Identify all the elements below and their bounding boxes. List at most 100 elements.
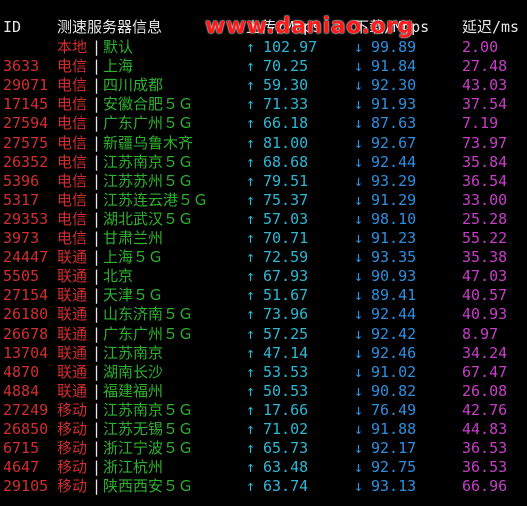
download-speed: 93.29	[371, 171, 417, 190]
upload-arrow-icon: ↑	[246, 343, 256, 362]
ping-latency: 42.76	[462, 400, 508, 419]
upload-arrow-icon: ↑	[246, 76, 256, 95]
isp-name: 电信	[57, 76, 88, 95]
upload-arrow-icon: ↑	[246, 324, 256, 343]
server-city: 天津５Ｇ	[103, 286, 164, 305]
ping-latency: 36.54	[462, 171, 508, 190]
isp-name: 联通	[57, 248, 88, 267]
column-separator: |	[92, 362, 102, 381]
download-arrow-icon: ↓	[354, 171, 364, 190]
upload-arrow-icon: ↑	[246, 248, 256, 267]
ping-latency: 8.97	[462, 324, 499, 343]
upload-speed: 51.67	[263, 286, 309, 305]
upload-speed: 67.93	[263, 267, 309, 286]
upload-arrow-icon: ↑	[246, 305, 256, 324]
server-city: 安徽合肥５Ｇ	[103, 95, 194, 114]
server-id: 3633	[3, 57, 40, 76]
table-row: 27249 移动 | 江苏南京５Ｇ ↑ 17.66 ↓ 76.49 42.76	[0, 401, 527, 420]
header-server: 测速服务器信息	[57, 18, 163, 36]
ping-latency: 27.48	[462, 57, 508, 76]
upload-speed: 63.74	[263, 477, 309, 496]
server-city: 湖北武汉５Ｇ	[103, 209, 194, 228]
download-arrow-icon: ↓	[354, 267, 364, 286]
table-row: 27594 电信 | 广东广州５Ｇ ↑ 66.18 ↓ 87.63 7.19	[0, 114, 527, 133]
download-arrow-icon: ↓	[354, 458, 364, 477]
download-speed: 91.88	[371, 420, 417, 438]
upload-speed: 17.66	[263, 400, 309, 419]
ping-latency: 36.53	[462, 439, 508, 458]
upload-speed: 47.14	[263, 343, 309, 362]
server-id: 26850	[3, 420, 49, 438]
server-id: 29105	[3, 477, 49, 496]
server-city: 浙江杭州	[103, 458, 164, 477]
column-separator: |	[92, 381, 102, 400]
server-city: 北京	[103, 267, 134, 286]
download-arrow-icon: ↓	[354, 133, 364, 152]
download-arrow-icon: ↓	[354, 95, 364, 114]
server-city: 上海５Ｇ	[103, 248, 164, 267]
column-separator: |	[92, 209, 102, 228]
download-speed: 91.02	[371, 362, 417, 381]
table-row: 4647 移动 | 浙江杭州 ↑ 63.48 ↓ 92.75 36.53	[0, 458, 527, 477]
upload-speed: 79.51	[263, 171, 309, 190]
server-id: 5505	[3, 267, 40, 286]
server-id: 5396	[3, 171, 40, 190]
column-separator: |	[92, 458, 102, 477]
upload-arrow-icon: ↑	[246, 400, 256, 419]
server-id: 29071	[3, 76, 49, 95]
table-row: 本地 | 默认 ↑ 102.97 ↓ 99.89 2.00	[0, 38, 527, 57]
ping-latency: 26.08	[462, 381, 508, 400]
server-city: 江苏南京５Ｇ	[103, 400, 194, 419]
table-row: 29071 电信 | 四川成都 ↑ 59.30 ↓ 92.30 43.03	[0, 76, 527, 95]
isp-name: 联通	[57, 343, 88, 362]
download-arrow-icon: ↓	[354, 76, 364, 95]
download-arrow-icon: ↓	[354, 286, 364, 305]
download-speed: 76.49	[371, 400, 417, 419]
column-separator: |	[92, 57, 102, 76]
upload-arrow-icon: ↑	[246, 190, 256, 209]
upload-speed: 81.00	[263, 133, 309, 152]
ping-latency: 35.84	[462, 152, 508, 171]
isp-name: 电信	[57, 95, 88, 114]
table-row: 24447 联通 | 上海５Ｇ ↑ 72.59 ↓ 93.35 35.38	[0, 248, 527, 267]
upload-arrow-icon: ↑	[246, 171, 256, 190]
download-speed: 91.93	[371, 95, 417, 114]
server-id: 27154	[3, 286, 49, 305]
table-row: 5505 联通 | 北京 ↑ 67.93 ↓ 90.93 47.03	[0, 267, 527, 286]
download-arrow-icon: ↓	[354, 152, 364, 171]
table-row: 6715 移动 | 浙江宁波５Ｇ ↑ 65.73 ↓ 92.17 36.53	[0, 439, 527, 458]
isp-name: 电信	[57, 133, 88, 152]
download-speed: 91.84	[371, 57, 417, 76]
server-city: 湖南长沙	[103, 362, 164, 381]
upload-speed: 57.03	[263, 209, 309, 228]
column-separator: |	[92, 286, 102, 305]
download-arrow-icon: ↓	[354, 477, 364, 496]
download-arrow-icon: ↓	[354, 420, 364, 438]
table-row: 4884 联通 | 福建福州 ↑ 50.53 ↓ 90.82 26.08	[0, 382, 527, 401]
upload-arrow-icon: ↑	[246, 420, 256, 438]
table-row: 5396 电信 | 江苏苏州５Ｇ ↑ 79.51 ↓ 93.29 36.54	[0, 172, 527, 191]
table-row: 26850 移动 | 江苏无锡５Ｇ ↑ 71.02 ↓ 91.88 44.83	[0, 420, 527, 439]
isp-name: 电信	[57, 209, 88, 228]
column-separator: |	[92, 114, 102, 133]
ping-latency: 2.00	[462, 38, 499, 56]
upload-arrow-icon: ↑	[246, 95, 256, 114]
server-city: 江苏南京５Ｇ	[103, 152, 194, 171]
download-arrow-icon: ↓	[354, 324, 364, 343]
column-separator: |	[92, 343, 102, 362]
header-ping: 延迟/ms	[462, 18, 520, 36]
isp-name: 联通	[57, 362, 88, 381]
upload-speed: 71.33	[263, 95, 309, 114]
upload-speed: 70.71	[263, 229, 309, 247]
table-row: 29105 移动 | 陕西西安５Ｇ ↑ 63.74 ↓ 93.13 66.96	[0, 477, 527, 496]
server-city: 广东广州５Ｇ	[103, 324, 194, 343]
upload-arrow-icon: ↑	[246, 286, 256, 305]
server-city: 甘肃兰州	[103, 229, 164, 247]
isp-name: 电信	[57, 114, 88, 133]
download-arrow-icon: ↓	[354, 343, 364, 362]
server-id: 13704	[3, 343, 49, 362]
upload-arrow-icon: ↑	[246, 439, 256, 458]
server-city: 福建福州	[103, 381, 164, 400]
upload-speed: 68.68	[263, 152, 309, 171]
server-id: 3973	[3, 229, 40, 247]
